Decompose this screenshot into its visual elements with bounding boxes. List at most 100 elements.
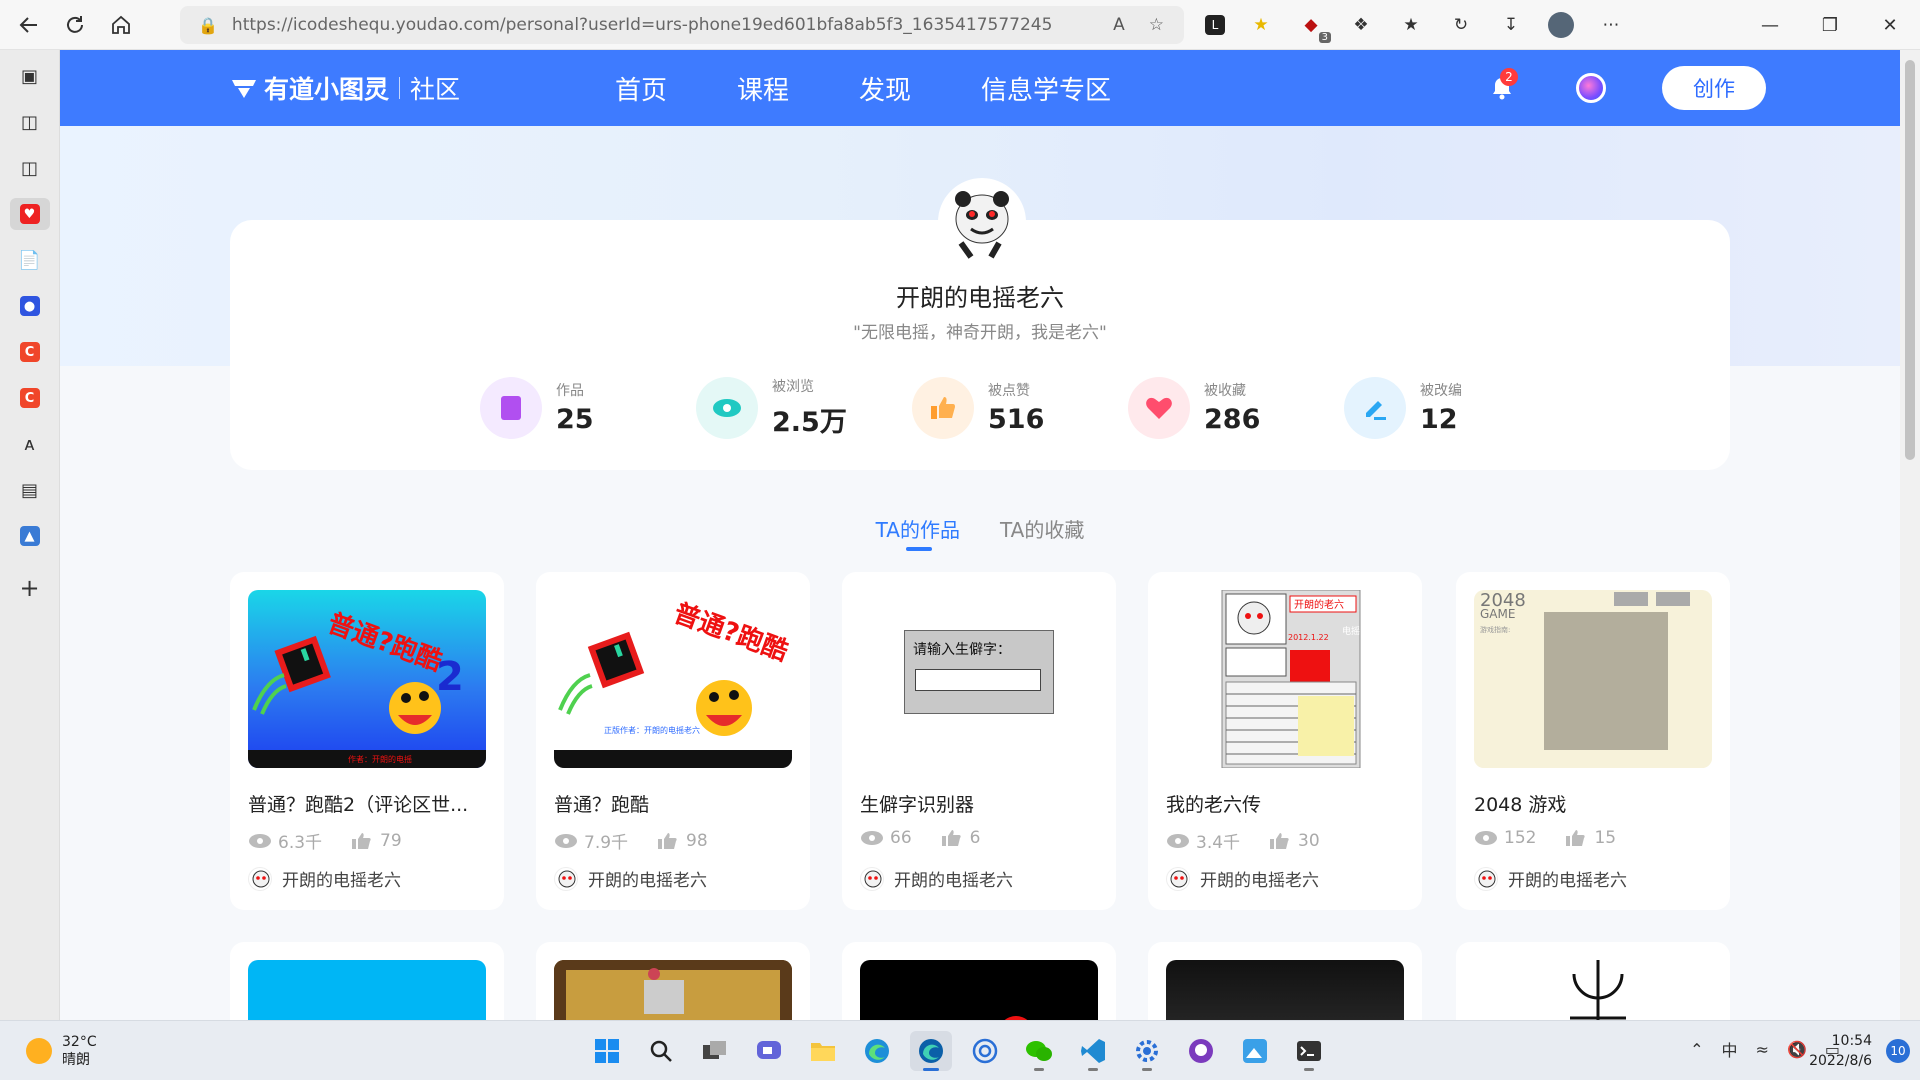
work-thumbnail[interactable] xyxy=(1166,960,1404,1020)
ublock-icon[interactable]: ◆ 3 xyxy=(1297,11,1331,43)
vertical-tab-image-icon[interactable]: ▲ xyxy=(10,520,50,552)
extension-l-icon[interactable]: L xyxy=(1205,15,1225,35)
work-thumbnail[interactable] xyxy=(248,960,486,1020)
work-likes: 98 xyxy=(686,830,708,851)
vertical-tab-2-icon[interactable]: ◫ xyxy=(10,152,50,184)
chat-icon[interactable] xyxy=(748,1031,790,1071)
work-card[interactable] xyxy=(536,942,810,1020)
profile-stats: 作品 25 被浏览 2.5万 被点赞 516 被收藏 286 被改编 12 xyxy=(480,376,1560,439)
home-button[interactable] xyxy=(98,5,144,45)
user-avatar[interactable] xyxy=(1576,73,1606,103)
vscode-icon[interactable] xyxy=(1072,1031,1114,1071)
work-thumbnail[interactable] xyxy=(554,960,792,1020)
tray-expand-icon[interactable]: ⌃ xyxy=(1690,1040,1703,1059)
work-thumbnail[interactable] xyxy=(1474,960,1712,1020)
vertical-tab-baidu-icon[interactable]: ● xyxy=(10,290,50,322)
back-button[interactable] xyxy=(6,5,52,45)
profile-avatar[interactable] xyxy=(938,178,1026,266)
close-button[interactable]: ✕ xyxy=(1860,0,1920,50)
work-thumbnail[interactable]: 2048 GAME 游戏指南: xyxy=(1474,590,1712,768)
start-icon[interactable] xyxy=(586,1031,628,1071)
work-meta: 66 6 xyxy=(860,828,980,848)
favorite-add-icon[interactable]: ☆ xyxy=(1149,15,1164,35)
refresh-button[interactable] xyxy=(52,5,98,45)
work-author[interactable]: 开朗的电摇老六 xyxy=(1166,866,1319,891)
vertical-tab-1-icon[interactable]: ◫ xyxy=(10,106,50,138)
work-card[interactable]: 普通?跑酷 正版作者：开朗的电摇老六 普通？跑酷 7.9千 98 开朗的电摇老六 xyxy=(536,572,810,910)
task-view-icon[interactable] xyxy=(694,1031,736,1071)
file-explorer-icon[interactable] xyxy=(802,1031,844,1071)
scrollbar-thumb[interactable] xyxy=(1905,60,1915,460)
downloads-icon[interactable]: ↧ xyxy=(1497,11,1525,39)
work-views: 66 xyxy=(890,828,912,848)
vertical-tab-c2-icon[interactable]: C xyxy=(10,382,50,414)
more-icon[interactable]: ⋯ xyxy=(1597,11,1625,39)
vertical-tab-doc-icon[interactable]: 📄 xyxy=(10,244,50,276)
notification-count-badge[interactable]: 10 xyxy=(1886,1039,1910,1063)
site-logo[interactable]: 有道小图灵 社区 xyxy=(230,70,460,106)
extensions-icon[interactable]: ❖ xyxy=(1347,11,1375,39)
notification-bell-icon[interactable]: 2 xyxy=(1480,66,1524,110)
minimize-button[interactable]: — xyxy=(1740,0,1800,50)
work-thumbnail[interactable]: 普通?跑酷 2 作者：开朗的电摇 xyxy=(248,590,486,768)
tab-works[interactable]: TA的作品 xyxy=(876,514,960,551)
work-author[interactable]: 开朗的电摇老六 xyxy=(860,866,1013,891)
work-card[interactable]: 开朗的老六 2012.1.22 电摇 我的老六传 3.4千 30 开朗的电摇老六 xyxy=(1148,572,1422,910)
weather-widget[interactable]: 32°C 晴朗 xyxy=(26,1033,97,1069)
nav-informatics[interactable]: 信息学专区 xyxy=(981,70,1111,107)
work-card[interactable] xyxy=(230,942,504,1020)
create-button[interactable]: 创作 xyxy=(1662,66,1766,110)
profile-name: 开朗的电摇老六 xyxy=(896,284,1064,312)
github-desktop-icon[interactable] xyxy=(1180,1031,1222,1071)
ime-indicator[interactable]: 中 xyxy=(1722,1037,1738,1061)
work-card[interactable] xyxy=(1148,942,1422,1020)
settings-icon[interactable] xyxy=(1126,1031,1168,1071)
new-tab-icon[interactable]: + xyxy=(10,572,50,604)
address-bar[interactable]: 🔒 https://icodeshequ.youdao.com/personal… xyxy=(180,6,1184,44)
clock[interactable]: 10:54 2022/8/6 xyxy=(1809,1031,1872,1071)
work-thumbnail[interactable]: 普通?跑酷 正版作者：开朗的电摇老六 xyxy=(554,590,792,768)
work-card[interactable]: 2048 GAME 游戏指南: 2048 游戏 152 15 开朗的电摇老六 xyxy=(1456,572,1730,910)
remote-icon[interactable] xyxy=(964,1031,1006,1071)
wifi-icon[interactable]: ≈ xyxy=(1756,1040,1769,1059)
work-card[interactable]: 普通?跑酷 2 作者：开朗的电摇 普通？跑酷2（评论区世... 6.3千 79 … xyxy=(230,572,504,910)
history-icon[interactable]: ↻ xyxy=(1447,11,1475,39)
favorites-icon[interactable]: ★ xyxy=(1397,11,1425,39)
tab-favorites[interactable]: TA的收藏 xyxy=(1000,514,1084,551)
work-views: 152 xyxy=(1504,828,1537,848)
work-thumbnail[interactable] xyxy=(860,960,1098,1020)
nav-home[interactable]: 首页 xyxy=(615,70,667,107)
maximize-button[interactable]: ❐ xyxy=(1800,0,1860,50)
work-author[interactable]: 开朗的电摇老六 xyxy=(248,866,401,891)
stat-likes: 被点赞 516 xyxy=(912,376,1128,439)
image-app-icon[interactable] xyxy=(1234,1031,1276,1071)
profile-icon[interactable] xyxy=(1547,11,1575,39)
terminal-icon[interactable] xyxy=(1288,1031,1330,1071)
work-meta: 152 15 xyxy=(1474,828,1616,848)
page-scrollbar[interactable] xyxy=(1900,50,1920,1020)
search-icon[interactable] xyxy=(640,1031,682,1071)
work-thumbnail[interactable]: 请输入生僻字： xyxy=(860,590,1098,768)
work-card[interactable] xyxy=(842,942,1116,1020)
work-card[interactable] xyxy=(1456,942,1730,1020)
edge-icon[interactable] xyxy=(856,1031,898,1071)
work-thumbnail[interactable]: 开朗的老六 2012.1.22 电摇 xyxy=(1166,590,1404,768)
extension-pikachu-icon[interactable]: ★ xyxy=(1247,11,1275,39)
vertical-tab-logo-icon[interactable]: ᴀ xyxy=(10,428,50,460)
work-card[interactable]: 请输入生僻字： 生僻字识别器 66 6 开朗的电摇老六 xyxy=(842,572,1116,910)
read-aloud-icon[interactable]: A​​ xyxy=(1113,15,1125,35)
vertical-tab-active-icon[interactable]: ♥ xyxy=(9,198,50,230)
edge-dev-icon[interactable] xyxy=(910,1031,952,1071)
thumb-icon xyxy=(941,830,961,846)
nav-courses[interactable]: 课程 xyxy=(737,70,789,107)
nav-discover[interactable]: 发现 xyxy=(859,70,911,107)
wechat-icon[interactable] xyxy=(1018,1031,1060,1071)
author-name: 开朗的电摇老六 xyxy=(1200,871,1319,891)
work-author[interactable]: 开朗的电摇老六 xyxy=(554,866,707,891)
vertical-tab-c1-icon[interactable]: C xyxy=(10,336,50,368)
weather-condition: 晴朗 xyxy=(62,1052,90,1068)
work-author[interactable]: 开朗的电摇老六 xyxy=(1474,866,1627,891)
tab-actions-icon[interactable]: ▣ xyxy=(10,60,50,92)
vertical-tab-calendar-icon[interactable]: ▤ xyxy=(10,474,50,506)
volume-muted-icon[interactable]: 🔇 xyxy=(1787,1040,1807,1059)
